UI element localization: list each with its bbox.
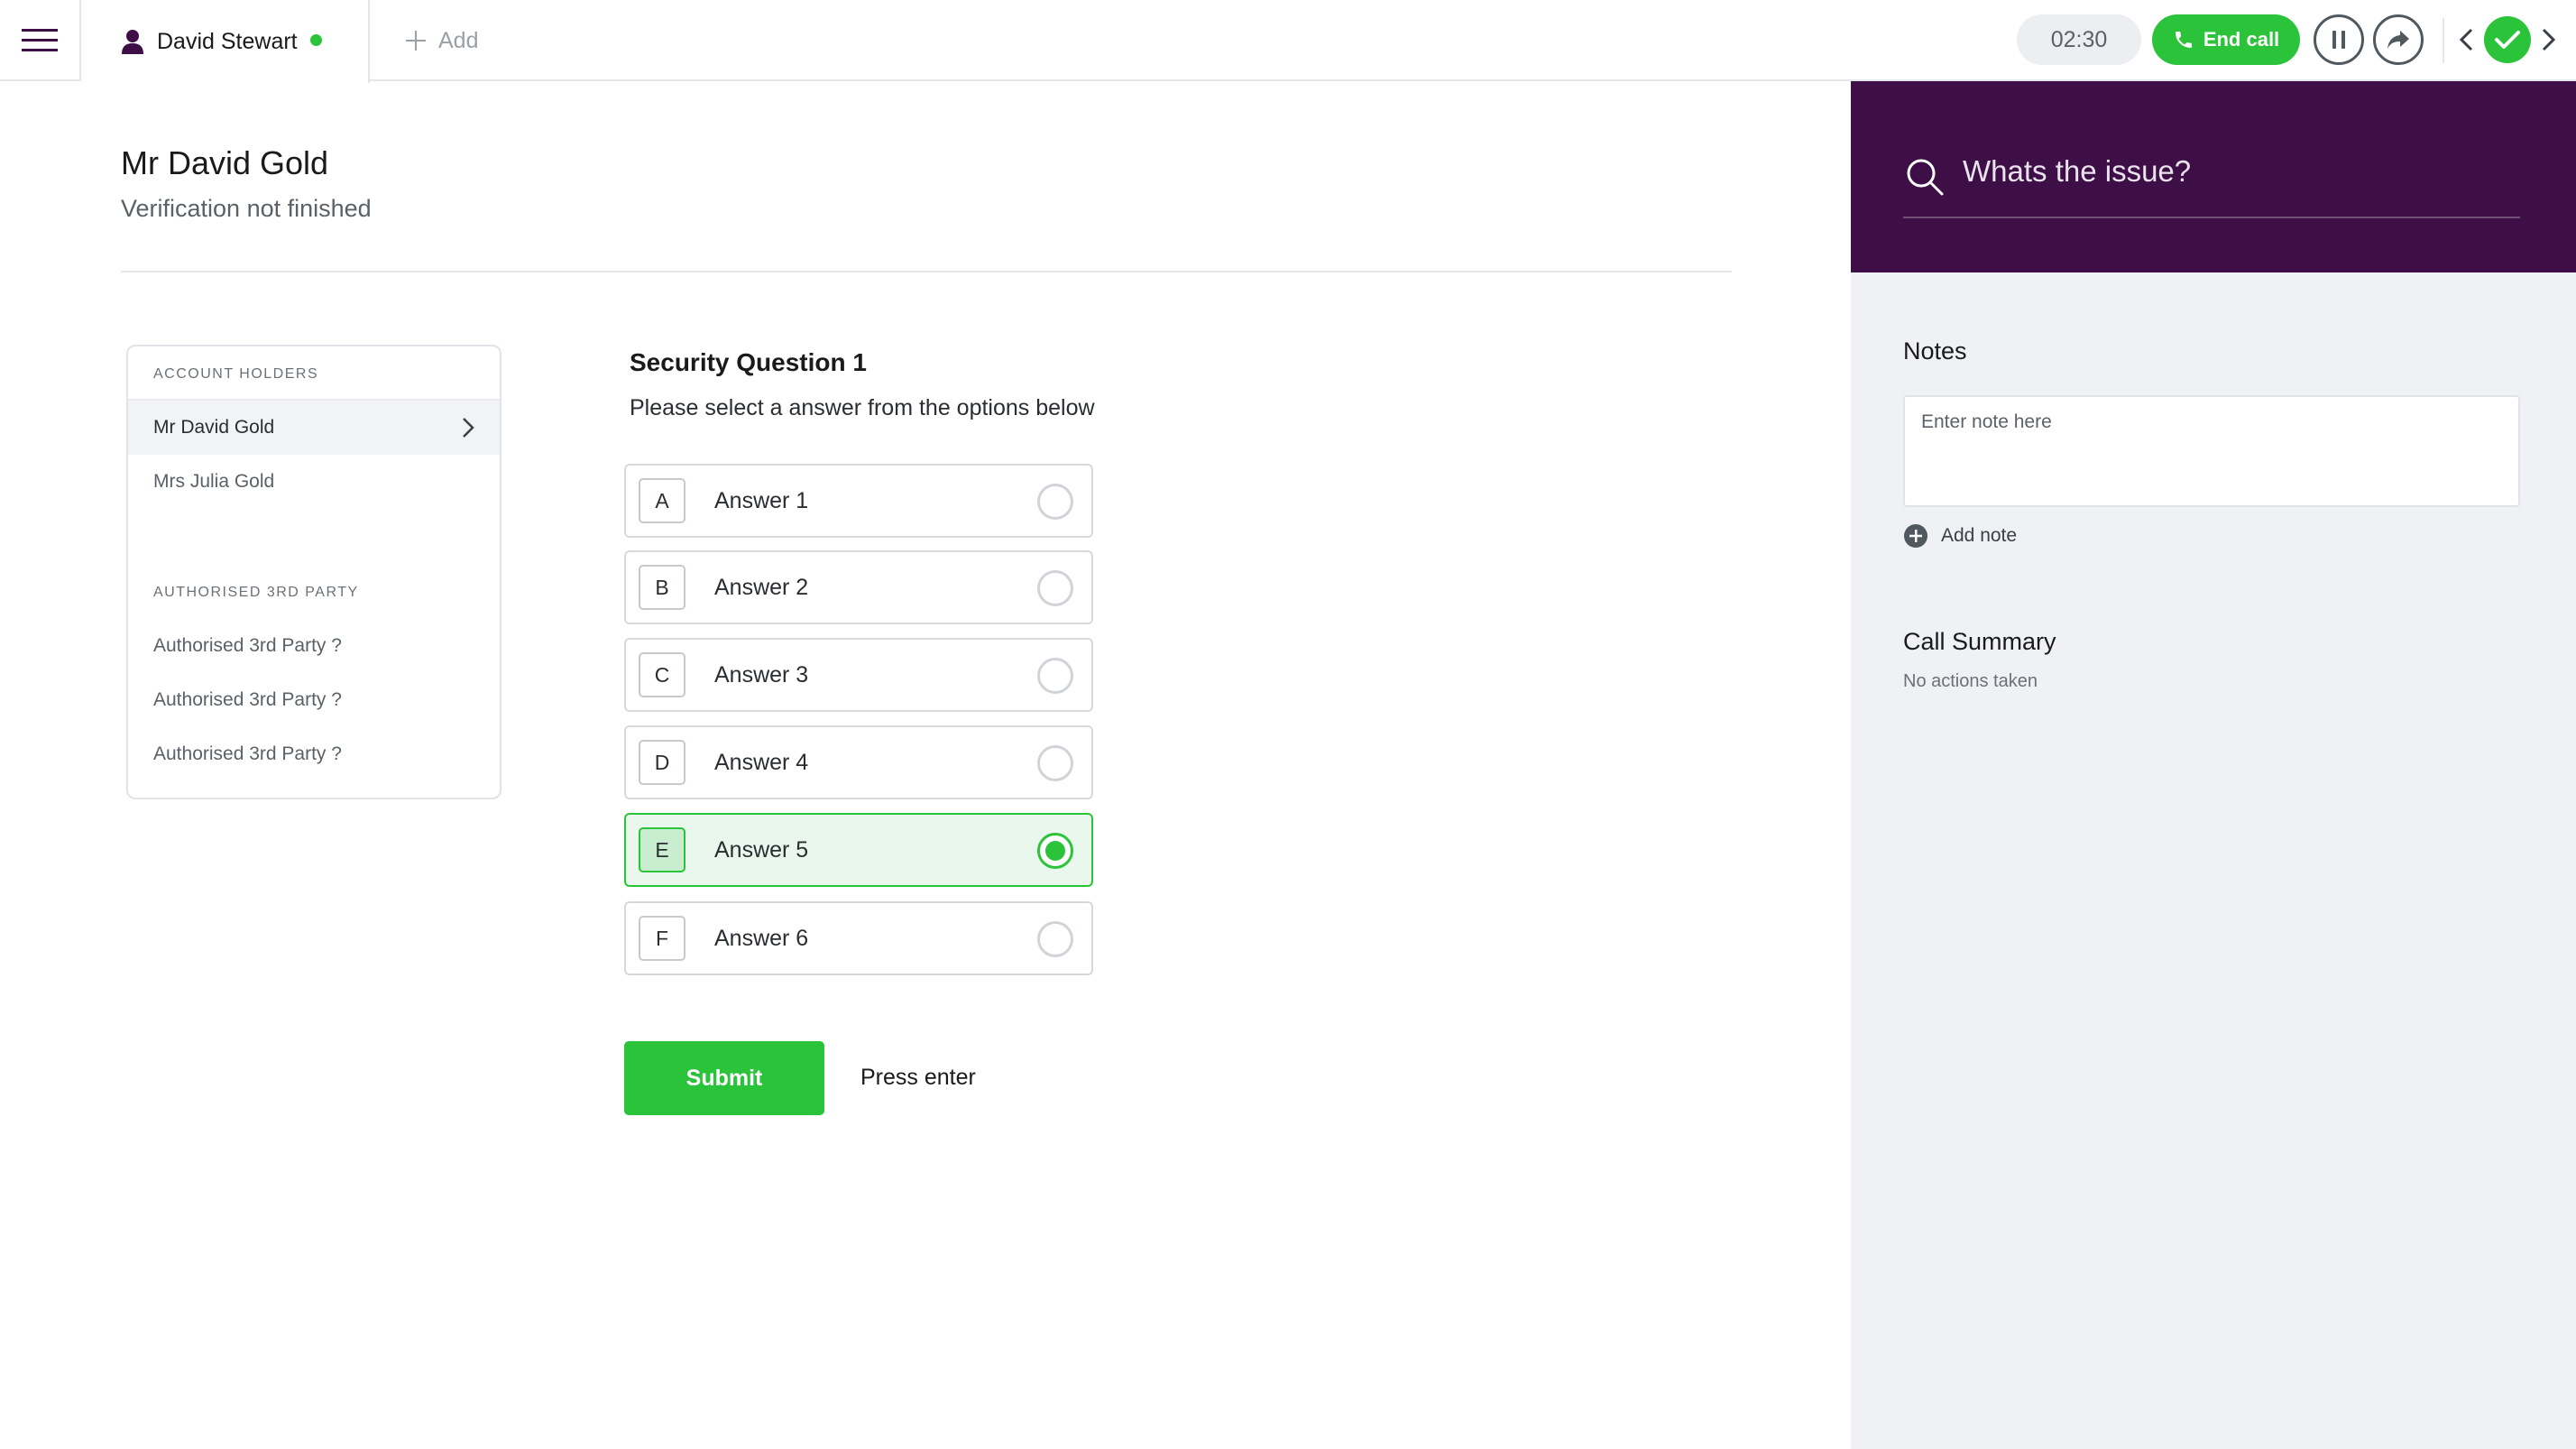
- add-note-label: Add note: [1941, 525, 2018, 546]
- chevron-right-icon: [2542, 28, 2556, 51]
- answer-option-a[interactable]: A Answer 1: [624, 464, 1093, 538]
- answer-letter: B: [639, 565, 685, 610]
- call-timer: 02:30: [2017, 14, 2141, 65]
- question-instruction: Please select a answer from the options …: [630, 395, 1095, 420]
- answer-label: Answer 4: [714, 750, 809, 775]
- third-party-item[interactable]: Authorised 3rd Party ?: [153, 743, 342, 765]
- answer-radio[interactable]: [1037, 745, 1073, 781]
- transfer-call-button[interactable]: [2373, 14, 2424, 65]
- question-title: Security Question 1: [630, 348, 867, 376]
- answer-option-b[interactable]: B Answer 2: [624, 550, 1093, 624]
- answer-radio[interactable]: [1037, 570, 1073, 606]
- note-input[interactable]: [1903, 395, 2520, 507]
- customer-tab-label: David Stewart: [157, 28, 298, 54]
- answer-letter: F: [639, 916, 685, 961]
- third-party-item[interactable]: Authorised 3rd Party ?: [153, 635, 342, 657]
- end-call-button[interactable]: End call: [2152, 14, 2300, 65]
- account-holders-header: ACCOUNT HOLDERS: [153, 366, 319, 382]
- plus-icon: [406, 31, 426, 51]
- customer-tab[interactable]: David Stewart: [81, 0, 370, 83]
- call-summary-title: Call Summary: [1903, 628, 2056, 655]
- issue-search-area: [1851, 81, 2576, 272]
- check-icon: [2495, 31, 2520, 49]
- previous-button[interactable]: [2453, 22, 2479, 58]
- pause-call-button[interactable]: [2314, 14, 2364, 65]
- answer-label: Answer 5: [714, 837, 809, 863]
- next-button[interactable]: [2536, 22, 2562, 58]
- menu-button[interactable]: [0, 0, 81, 81]
- third-party-item[interactable]: Authorised 3rd Party ?: [153, 689, 342, 711]
- end-call-label: End call: [2203, 28, 2280, 51]
- answer-label: Answer 2: [714, 575, 809, 600]
- submit-hint: Press enter: [860, 1065, 976, 1090]
- account-holder-item[interactable]: Mr David Gold: [128, 401, 500, 455]
- user-icon: [122, 30, 143, 54]
- submit-button[interactable]: Submit: [624, 1041, 824, 1115]
- page-title: Mr David Gold: [121, 144, 329, 181]
- issue-search-input[interactable]: [1963, 144, 2504, 198]
- add-circle-icon: [1904, 524, 1927, 548]
- third-party-header: AUTHORISED 3RD PARTY: [153, 585, 359, 600]
- account-holders-card: ACCOUNT HOLDERS Mr David Gold Mrs Julia …: [126, 345, 501, 799]
- chevron-right-icon: [463, 418, 474, 438]
- answer-option-c[interactable]: C Answer 3: [624, 638, 1093, 712]
- chevron-left-icon: [2459, 28, 2473, 51]
- answer-option-f[interactable]: F Answer 6: [624, 901, 1093, 975]
- answer-radio[interactable]: [1037, 658, 1073, 694]
- notes-title: Notes: [1903, 337, 1967, 365]
- answer-option-d[interactable]: D Answer 4: [624, 725, 1093, 799]
- call-summary-text: No actions taken: [1903, 671, 2038, 691]
- add-tab-label: Add: [438, 27, 479, 53]
- top-bar: David Stewart Add 02:30 End call: [0, 0, 2576, 83]
- answer-label: Answer 3: [714, 662, 809, 688]
- forward-icon: [2387, 31, 2409, 49]
- account-holder-label: Mrs Julia Gold: [153, 471, 275, 492]
- search-underline: [1903, 217, 2520, 218]
- online-status-indicator: [309, 33, 322, 46]
- answer-letter: A: [639, 478, 685, 523]
- search-icon: [1907, 159, 1944, 196]
- radio-dot: [1045, 841, 1065, 861]
- answer-label: Answer 1: [714, 488, 809, 513]
- account-holder-item[interactable]: Mrs Julia Gold: [128, 455, 500, 509]
- header-divider: [121, 271, 1732, 272]
- answer-letter: D: [639, 740, 685, 785]
- answer-radio[interactable]: [1037, 484, 1073, 520]
- complete-button[interactable]: [2484, 16, 2531, 63]
- answer-option-e[interactable]: E Answer 5: [624, 813, 1093, 887]
- answer-letter: E: [639, 827, 685, 872]
- verification-status: Verification not finished: [121, 195, 372, 222]
- answer-letter: C: [639, 652, 685, 697]
- phone-icon: [2175, 32, 2192, 48]
- nav-divider: [2443, 18, 2444, 63]
- right-panel: Notes Add note Call Summary No actions t…: [1851, 81, 2576, 1449]
- account-holder-label: Mr David Gold: [153, 417, 275, 438]
- hamburger-menu-icon: [22, 29, 58, 51]
- answer-radio-selected[interactable]: [1037, 833, 1073, 869]
- add-note-button[interactable]: Add note: [1903, 523, 2017, 549]
- pause-icon: [2332, 31, 2345, 49]
- answer-radio[interactable]: [1037, 921, 1073, 957]
- add-tab-button[interactable]: Add: [406, 0, 478, 81]
- answer-label: Answer 6: [714, 926, 809, 951]
